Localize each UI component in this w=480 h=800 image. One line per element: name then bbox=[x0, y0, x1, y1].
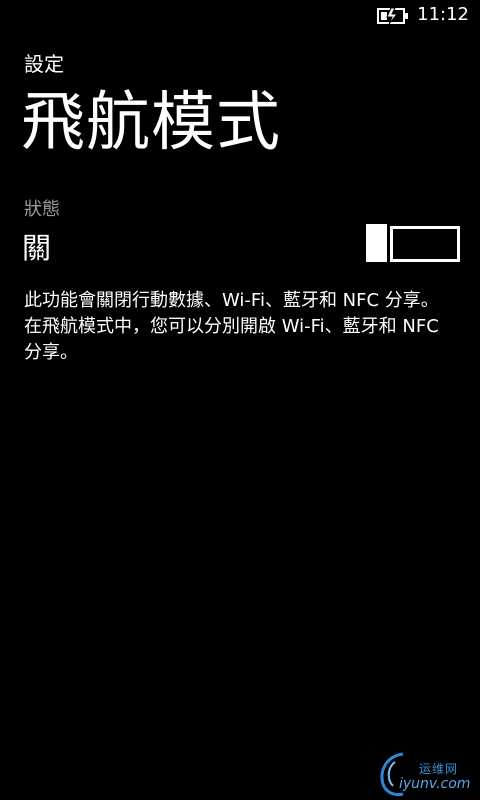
status-bar: 11:12 bbox=[0, 0, 480, 32]
watermark-text-bottom: iyunv.com bbox=[399, 776, 471, 792]
toggle-track bbox=[390, 226, 460, 262]
description-text: 此功能會關閉行動數據、Wi-Fi、藍牙和 NFC 分享。在飛航模式中，您可以分別… bbox=[24, 290, 439, 363]
setting-label: 狀態 bbox=[24, 199, 60, 220]
app-title: 設定 bbox=[24, 52, 64, 76]
battery-charging-icon bbox=[377, 7, 408, 25]
airplane-mode-toggle[interactable] bbox=[366, 224, 460, 262]
toggle-thumb[interactable] bbox=[366, 224, 387, 262]
status-clock: 11:12 bbox=[417, 4, 469, 25]
setting-value: 關 bbox=[22, 231, 52, 265]
watermark-text-top: 运维网 bbox=[419, 762, 459, 776]
watermark: 运维网 iyunv.com bbox=[373, 748, 478, 798]
page-title: 飛航模式 bbox=[21, 86, 281, 160]
